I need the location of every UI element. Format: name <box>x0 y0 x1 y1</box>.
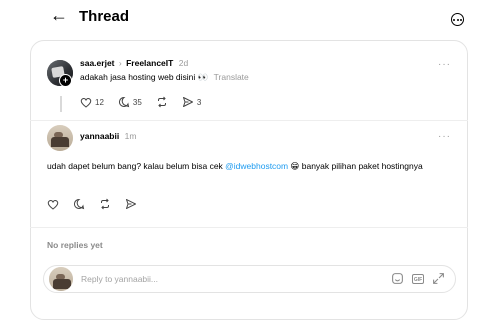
mention-link[interactable]: @idwebhostcom <box>225 161 288 171</box>
reply-tools: GIF <box>391 272 445 285</box>
comment-icon <box>73 198 85 210</box>
reply-input[interactable]: Reply to yannaabii... GIF <box>43 265 456 293</box>
avatar <box>49 267 73 291</box>
thread-connector <box>60 96 62 112</box>
post-body: adakah jasa hosting web disini <box>80 72 196 82</box>
share-button[interactable] <box>125 198 137 210</box>
username[interactable]: saa.erjet <box>80 58 115 68</box>
translate-link[interactable]: Translate <box>214 72 249 82</box>
post-time: 2d <box>178 58 189 68</box>
like-button[interactable] <box>47 199 59 210</box>
post-time: 1m <box>124 131 137 141</box>
username[interactable]: yannaabii <box>80 131 119 141</box>
follow-plus-icon[interactable]: + <box>59 74 72 87</box>
parent-actions: 12 35 3 <box>80 96 215 108</box>
page-title: Thread <box>79 8 130 25</box>
reply-placeholder[interactable]: Reply to yannaabii... <box>81 274 158 284</box>
like-button[interactable]: 12 <box>80 97 104 108</box>
repost-icon <box>157 96 166 108</box>
heart-icon <box>80 97 92 108</box>
repost-icon <box>101 198 109 210</box>
no-replies-label: No replies yet <box>47 240 103 250</box>
divider <box>30 227 468 228</box>
post-header: saa.erjet › FreelanceIT 2d <box>80 58 188 68</box>
like-count: 12 <box>95 97 104 107</box>
arrow-left-icon[interactable]: ← <box>50 6 68 24</box>
send-icon <box>182 97 193 107</box>
repost-button[interactable] <box>99 198 111 210</box>
gif-icon[interactable]: GIF <box>412 273 424 284</box>
chevron-right-icon: › <box>118 58 122 68</box>
post-text: adakah jasa hosting web disini 👀 Transla… <box>80 71 249 83</box>
reply-text: udah dapet belum bang? kalau belum bisa … <box>47 160 447 172</box>
community-name[interactable]: FreelanceIT <box>126 58 173 68</box>
reply-body-end: banyak pilihan paket hostingnya <box>299 161 423 171</box>
expand-icon[interactable] <box>432 272 445 285</box>
share-button[interactable]: 3 <box>182 96 201 108</box>
post-menu-icon[interactable]: ··· <box>438 60 451 70</box>
reply-header: yannaabii 1m <box>80 131 136 141</box>
divider <box>30 120 468 121</box>
reply-actions <box>47 198 151 210</box>
comment-button[interactable] <box>73 198 85 210</box>
post-menu-icon[interactable]: ··· <box>438 132 451 142</box>
share-count: 3 <box>196 97 202 107</box>
sticker-icon[interactable] <box>391 272 404 285</box>
heart-icon <box>47 199 59 210</box>
emoji: 👀 <box>197 72 209 82</box>
send-icon <box>126 199 136 209</box>
avatar[interactable] <box>47 125 73 151</box>
comment-count: 35 <box>132 97 142 107</box>
reply-body-start: udah dapet belum bang? kalau belum bisa … <box>47 161 226 171</box>
comment-icon <box>118 96 130 108</box>
thread-header: ← Thread <box>0 0 500 34</box>
repost-button[interactable] <box>156 96 168 108</box>
more-circle-icon[interactable] <box>451 13 464 26</box>
comment-button[interactable]: 35 <box>118 96 142 108</box>
